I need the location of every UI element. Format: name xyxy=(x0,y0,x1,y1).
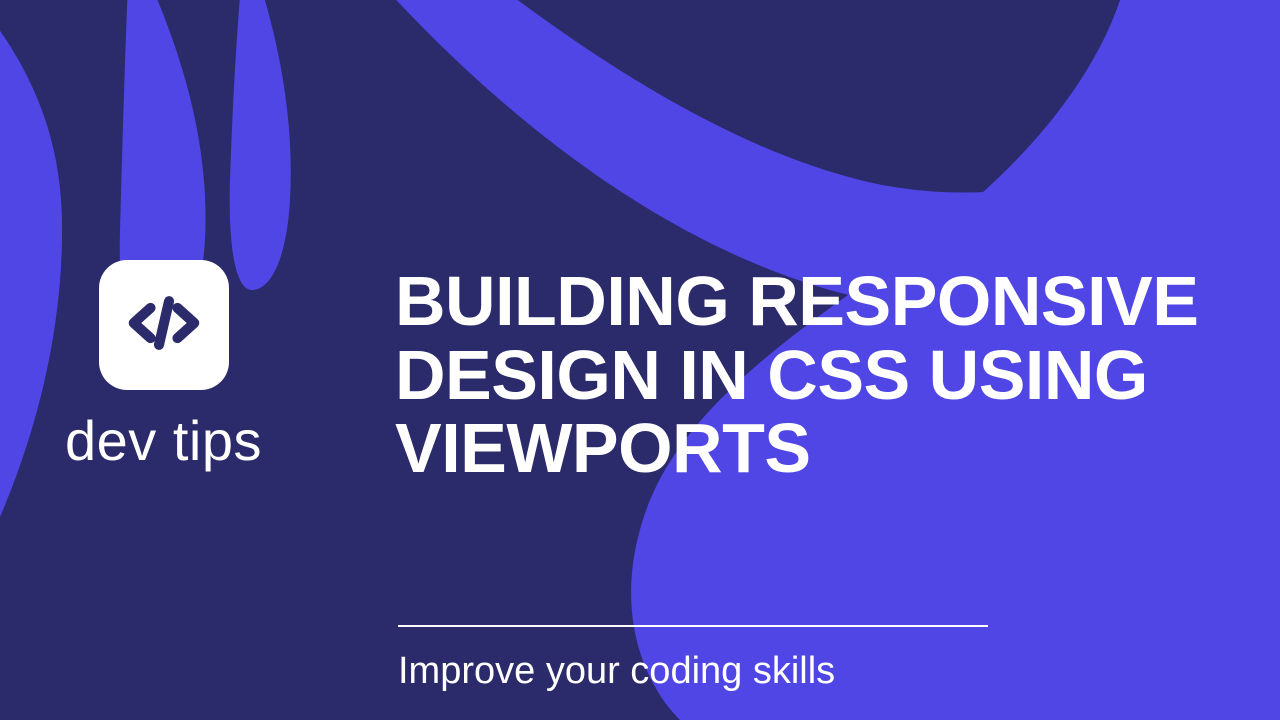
main-headline: BUILDING RESPONSIVE DESIGN IN CSS USING … xyxy=(395,265,1240,486)
logo-label: dev tips xyxy=(65,408,262,473)
divider-line xyxy=(398,625,988,627)
code-slash-icon xyxy=(122,281,206,370)
sub-headline: Improve your coding skills xyxy=(398,650,835,693)
logo-badge xyxy=(99,260,229,390)
logo-block: dev tips xyxy=(65,260,262,473)
